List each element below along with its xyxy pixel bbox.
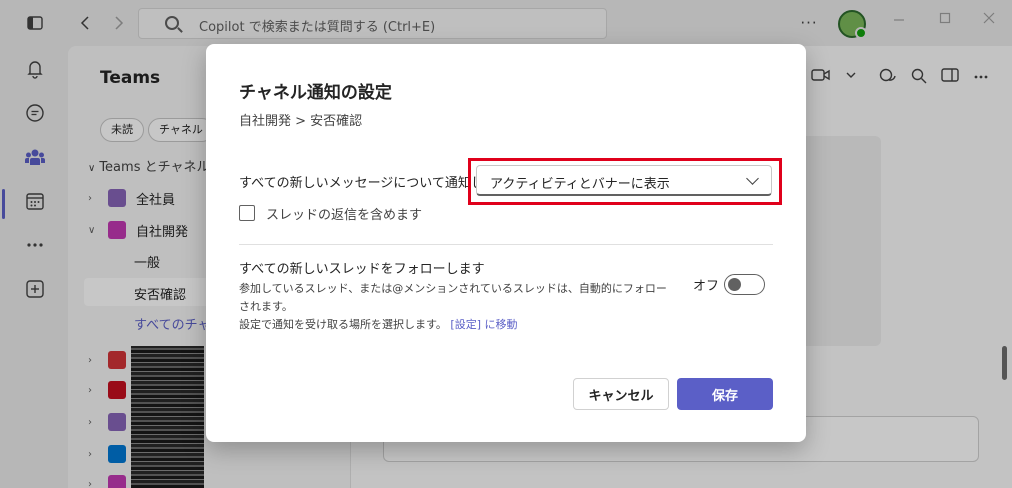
include-replies-checkbox[interactable] <box>239 205 255 221</box>
channel-notification-dialog: チャネル通知の設定 自社開発 > 安否確認 すべての新しいメッセージについて通知… <box>206 44 806 442</box>
follow-threads-title: すべての新しいスレッドをフォローします <box>239 262 485 277</box>
follow-desc-line1: 参加しているスレッド、または@メンションされているスレッドは、自動的にフォローさ… <box>239 282 667 313</box>
follow-desc-line2: 設定で通知を受け取る場所を選択します。 <box>239 318 447 331</box>
breadcrumb: 自社開発 > 安否確認 <box>239 114 363 129</box>
toggle-state-label: オフ <box>693 279 720 294</box>
highlight-box <box>468 158 782 205</box>
include-replies-label: スレッドの返信を含めます <box>266 208 423 223</box>
save-button[interactable]: 保存 <box>677 378 773 410</box>
settings-link[interactable]: [設定] に移動 <box>450 318 517 331</box>
cancel-button[interactable]: キャンセル <box>573 378 669 410</box>
toggle-knob <box>728 278 741 291</box>
follow-threads-description: 参加しているスレッド、または@メンションされているスレッドは、自動的にフォローさ… <box>239 280 669 334</box>
divider <box>239 244 773 245</box>
follow-threads-toggle[interactable] <box>724 274 765 295</box>
dialog-title: チャネル通知の設定 <box>239 83 392 103</box>
